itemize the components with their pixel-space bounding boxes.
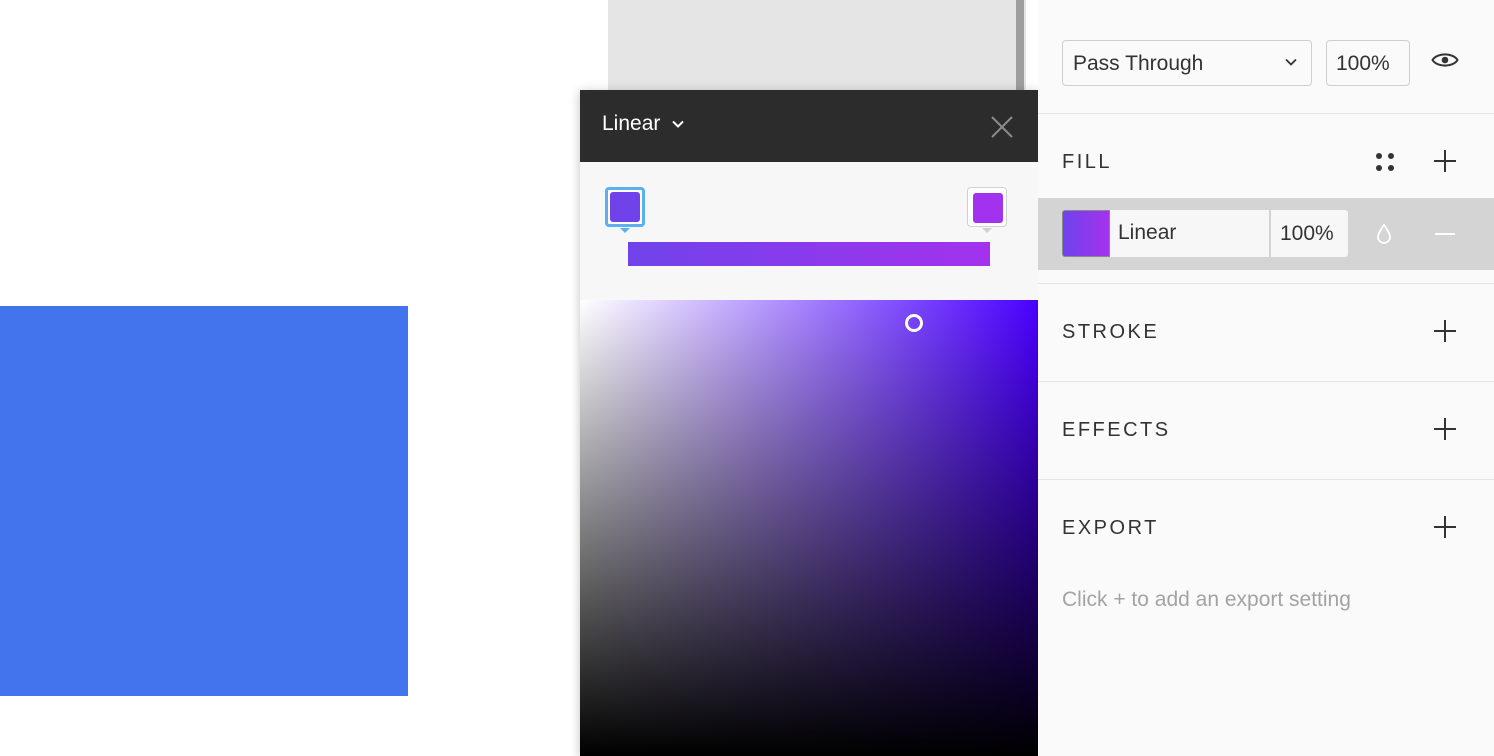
saturation-brightness-field[interactable]	[580, 300, 1038, 756]
canvas-frame-area[interactable]	[608, 0, 1014, 90]
stop-pointer	[982, 228, 992, 233]
scrollbar-thumb[interactable]	[1016, 0, 1024, 90]
fill-opacity-input[interactable]: 100%	[1271, 210, 1348, 257]
properties-panel: Pass Through 100% FILL Linear 100% STROK…	[1038, 0, 1494, 756]
plus-icon[interactable]	[1433, 149, 1457, 173]
four-dots-icon[interactable]	[1374, 151, 1396, 173]
plus-icon[interactable]	[1433, 417, 1457, 441]
stop-swatch	[973, 193, 1003, 223]
export-section-title: EXPORT	[1062, 517, 1159, 539]
fill-type-value: Linear	[1118, 221, 1177, 244]
export-hint-text: Click + to add an export setting	[1062, 588, 1351, 611]
blend-mode-dropdown[interactable]: Pass Through	[1062, 40, 1312, 86]
plus-icon[interactable]	[1433, 515, 1457, 539]
fill-type-field[interactable]: Linear	[1110, 210, 1270, 257]
close-icon[interactable]	[990, 115, 1014, 139]
gradient-stop-end[interactable]	[967, 187, 1007, 233]
drop-icon[interactable]	[1376, 223, 1392, 245]
gradient-stops-area	[580, 162, 1038, 300]
blend-mode-value: Pass Through	[1073, 52, 1204, 75]
gradient-type-dropdown[interactable]: Linear	[602, 112, 685, 136]
color-picker-popup: Linear	[580, 90, 1038, 756]
rectangle-layer[interactable]	[0, 306, 408, 696]
fill-opacity-value: 100%	[1280, 222, 1334, 245]
section-divider	[1038, 283, 1494, 284]
stop-swatch	[610, 192, 640, 222]
chevron-down-icon	[1285, 58, 1297, 66]
plus-icon[interactable]	[1433, 319, 1457, 343]
eye-icon[interactable]	[1431, 51, 1459, 69]
stroke-section-title: STROKE	[1062, 321, 1160, 343]
section-divider	[1038, 381, 1494, 382]
gradient-type-label: Linear	[602, 112, 661, 135]
stop-pointer	[620, 228, 630, 233]
layer-opacity-input[interactable]: 100%	[1326, 40, 1410, 86]
brightness-layer	[580, 300, 1038, 756]
canvas-scrollbar[interactable]	[1014, 0, 1026, 90]
chevron-down-icon	[672, 120, 685, 128]
effects-section-title: EFFECTS	[1062, 419, 1171, 441]
picker-header: Linear	[580, 90, 1038, 162]
layer-section: Pass Through 100%	[1038, 0, 1494, 114]
fill-section-title: FILL	[1062, 151, 1113, 173]
section-divider	[1038, 479, 1494, 480]
gradient-stop-start[interactable]	[605, 187, 645, 233]
gradient-preview-bar[interactable]	[628, 242, 990, 266]
minus-icon[interactable]	[1434, 232, 1456, 236]
fill-item: Linear 100%	[1038, 198, 1494, 270]
fill-color-swatch[interactable]	[1062, 210, 1110, 257]
layer-opacity-value: 100%	[1336, 52, 1390, 75]
